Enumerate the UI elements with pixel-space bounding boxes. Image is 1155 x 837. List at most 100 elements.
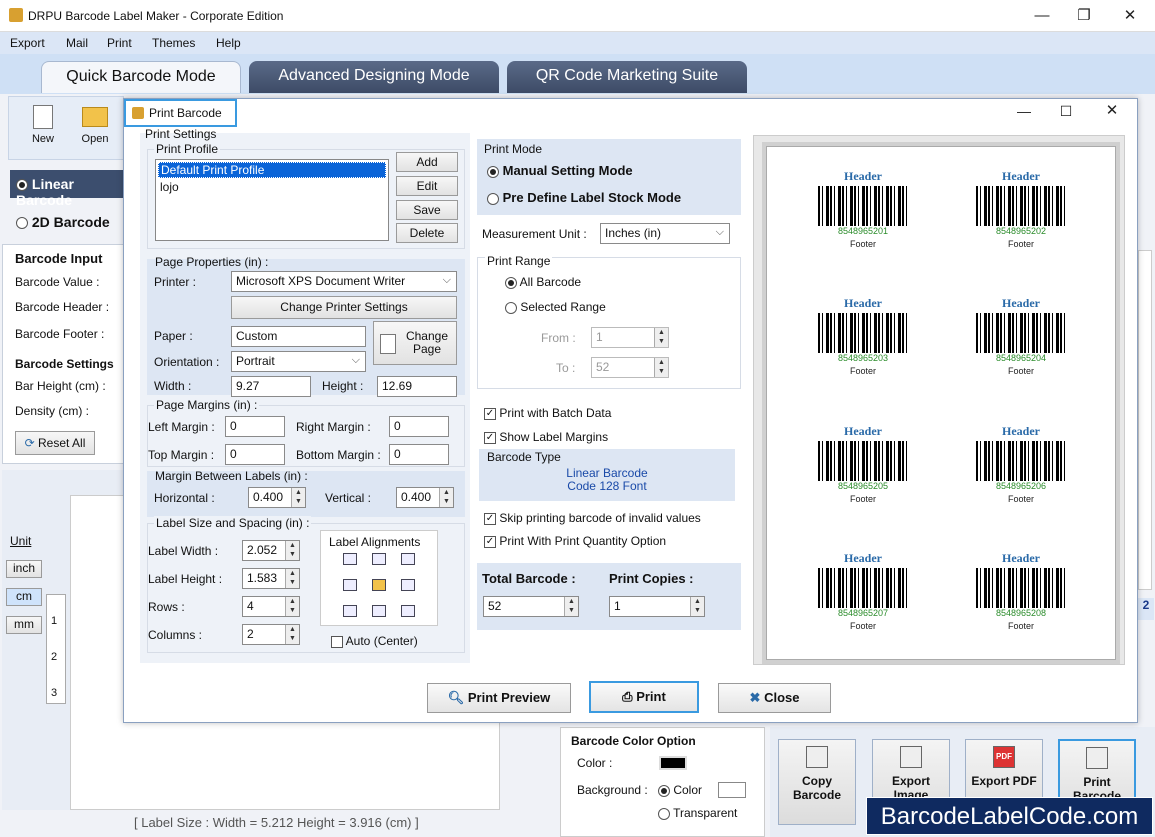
align-middle-right-icon[interactable] — [401, 579, 415, 591]
align-center-icon[interactable] — [372, 579, 386, 591]
menu-themes[interactable]: Themes — [152, 36, 195, 50]
new-button[interactable]: New — [21, 105, 65, 145]
close-button[interactable]: ✖ Close — [718, 683, 831, 713]
align-top-left-icon[interactable] — [343, 553, 357, 565]
batch-data-checkbox[interactable]: ✓ — [484, 407, 496, 420]
bg-color-option[interactable]: Color — [658, 783, 702, 797]
menu-mail[interactable]: Mail — [66, 36, 88, 50]
2d-barcode-option[interactable]: 2D Barcode — [16, 214, 110, 230]
edit-profile-button[interactable]: Edit — [396, 176, 458, 196]
print-preview-button[interactable]: 🔍︎ Print Preview — [427, 683, 571, 713]
dialog-close-icon[interactable]: ✕ — [1102, 101, 1122, 121]
range-from-spinner[interactable]: 1 ▲ ▼ — [591, 327, 669, 348]
dialog-minimize-icon[interactable]: — — [1014, 101, 1034, 121]
orientation-select[interactable]: Portrait — [231, 351, 366, 372]
manual-setting-mode-option[interactable]: Manual Setting Mode — [487, 163, 633, 178]
restore-icon[interactable]: ❐ — [1072, 6, 1096, 26]
density-label: Density (cm) : — [15, 404, 90, 418]
columns-spinner[interactable]: 2 ▲ ▼ — [242, 624, 300, 645]
bg-transparent-radio[interactable] — [658, 807, 670, 820]
label-width-spinner[interactable]: 2.052 ▲ ▼ — [242, 540, 300, 561]
range-to-spinner[interactable]: 52 ▲ ▼ — [591, 357, 669, 378]
unit-inch-button[interactable]: inch — [6, 560, 42, 578]
print-copies-spinner[interactable]: 1 ▲ ▼ — [609, 596, 705, 617]
right-scrollbar[interactable] — [1138, 250, 1152, 590]
page-height-field[interactable]: 12.69 — [377, 376, 457, 397]
tab-qr-code-marketing-suite[interactable]: QR Code Marketing Suite — [507, 61, 747, 93]
linear-barcode-option[interactable]: Linear Barcode — [10, 170, 124, 208]
profile-item-lojo[interactable]: lojo — [158, 180, 386, 194]
left-margin-field[interactable]: 0 — [225, 416, 285, 437]
skip-invalid-option[interactable]: ✓ Skip printing barcode of invalid value… — [484, 511, 701, 525]
width-label: Width : — [154, 379, 192, 393]
website-watermark: BarcodeLabelCode.com — [866, 797, 1153, 835]
print-quantity-checkbox[interactable]: ✓ — [484, 535, 496, 548]
2d-radio[interactable] — [16, 217, 28, 230]
auto-center-checkbox[interactable] — [331, 635, 343, 648]
horizontal-spinner[interactable]: 0.400 ▲ ▼ — [248, 487, 306, 508]
measurement-unit-select[interactable]: Inches (in) — [600, 223, 730, 244]
linear-radio[interactable] — [16, 179, 28, 192]
open-button[interactable]: Open — [73, 105, 117, 145]
change-printer-settings-button[interactable]: Change Printer Settings — [231, 296, 457, 319]
predefine-mode-radio[interactable] — [487, 192, 499, 205]
align-middle-left-icon[interactable] — [343, 579, 357, 591]
barcode-color-option-panel: Barcode Color Option Color : Background … — [560, 727, 765, 837]
print-button[interactable]: ⎙ Print — [589, 681, 699, 713]
measurement-unit-label: Measurement Unit : — [482, 227, 587, 241]
add-profile-button[interactable]: Add — [396, 152, 458, 172]
paper-field[interactable]: Custom — [231, 326, 366, 347]
batch-data-option[interactable]: ✓ Print with Batch Data — [484, 406, 611, 420]
total-barcode-spinner[interactable]: 52 ▲ ▼ — [483, 596, 579, 617]
profile-list[interactable]: Default Print Profile lojo — [155, 159, 389, 241]
background-color-swatch[interactable] — [718, 782, 746, 798]
barcode-color-swatch[interactable] — [659, 756, 687, 770]
align-top-right-icon[interactable] — [401, 553, 415, 565]
align-bottom-left-icon[interactable] — [343, 605, 357, 617]
vertical-spinner[interactable]: 0.400 ▲ ▼ — [396, 487, 454, 508]
bg-color-radio[interactable] — [658, 784, 670, 797]
menu-export[interactable]: Export — [10, 36, 45, 50]
page-width-field[interactable]: 9.27 — [231, 376, 311, 397]
menu-help[interactable]: Help — [216, 36, 241, 50]
menu-print[interactable]: Print — [107, 36, 132, 50]
show-label-margins-option[interactable]: ✓ Show Label Margins — [484, 430, 608, 444]
unit-cm-button[interactable]: cm — [6, 588, 42, 606]
predefine-label-stock-option[interactable]: Pre Define Label Stock Mode — [487, 190, 681, 205]
align-top-center-icon[interactable] — [372, 553, 386, 565]
printer-select[interactable]: Microsoft XPS Document Writer — [231, 271, 457, 292]
all-barcode-radio[interactable] — [505, 276, 517, 289]
close-icon[interactable]: ✕ — [1118, 6, 1142, 26]
dialog-maximize-icon[interactable]: ☐ — [1056, 101, 1076, 121]
reset-all-button[interactable]: ⟳ Reset All — [15, 431, 95, 455]
unit-mm-button[interactable]: mm — [6, 616, 42, 634]
delete-profile-button[interactable]: Delete — [396, 223, 458, 243]
barcode-type-line1: Linear Barcode — [566, 466, 648, 480]
align-bottom-center-icon[interactable] — [372, 605, 386, 617]
save-profile-button[interactable]: Save — [396, 200, 458, 220]
bg-transparent-option[interactable]: Transparent — [658, 806, 737, 820]
all-barcode-option[interactable]: All Barcode — [505, 275, 581, 289]
label-height-spinner[interactable]: 1.583 ▲ ▼ — [242, 568, 300, 589]
label-alignments-heading: Label Alignments — [329, 535, 421, 549]
selected-range-radio[interactable] — [505, 301, 517, 314]
tab-quick-barcode-mode[interactable]: Quick Barcode Mode — [41, 61, 241, 93]
profile-item-default[interactable]: Default Print Profile — [158, 162, 386, 178]
print-quantity-option[interactable]: ✓ Print With Print Quantity Option — [484, 534, 666, 548]
auto-center-option[interactable]: Auto (Center) — [331, 634, 418, 648]
preview-label-7: Header 8548965207 Footer — [803, 551, 923, 631]
rows-spinner[interactable]: 4 ▲ ▼ — [242, 596, 300, 617]
minimize-icon[interactable]: — — [1030, 6, 1054, 26]
selected-range-option[interactable]: Selected Range — [505, 300, 606, 314]
show-margins-checkbox[interactable]: ✓ — [484, 431, 496, 444]
copy-barcode-button[interactable]: Copy Barcode — [778, 739, 856, 825]
align-bottom-right-icon[interactable] — [401, 605, 415, 617]
tab-advanced-designing-mode[interactable]: Advanced Designing Mode — [249, 61, 499, 93]
bottom-margin-field[interactable]: 0 — [389, 444, 449, 465]
skip-invalid-checkbox[interactable]: ✓ — [484, 512, 496, 525]
change-page-button[interactable]: Change Page — [373, 321, 457, 365]
print-options-panel: Print Mode Manual Setting Mode Pre Defin… — [477, 133, 741, 663]
top-margin-field[interactable]: 0 — [225, 444, 285, 465]
right-margin-field[interactable]: 0 — [389, 416, 449, 437]
manual-mode-radio[interactable] — [487, 165, 499, 178]
